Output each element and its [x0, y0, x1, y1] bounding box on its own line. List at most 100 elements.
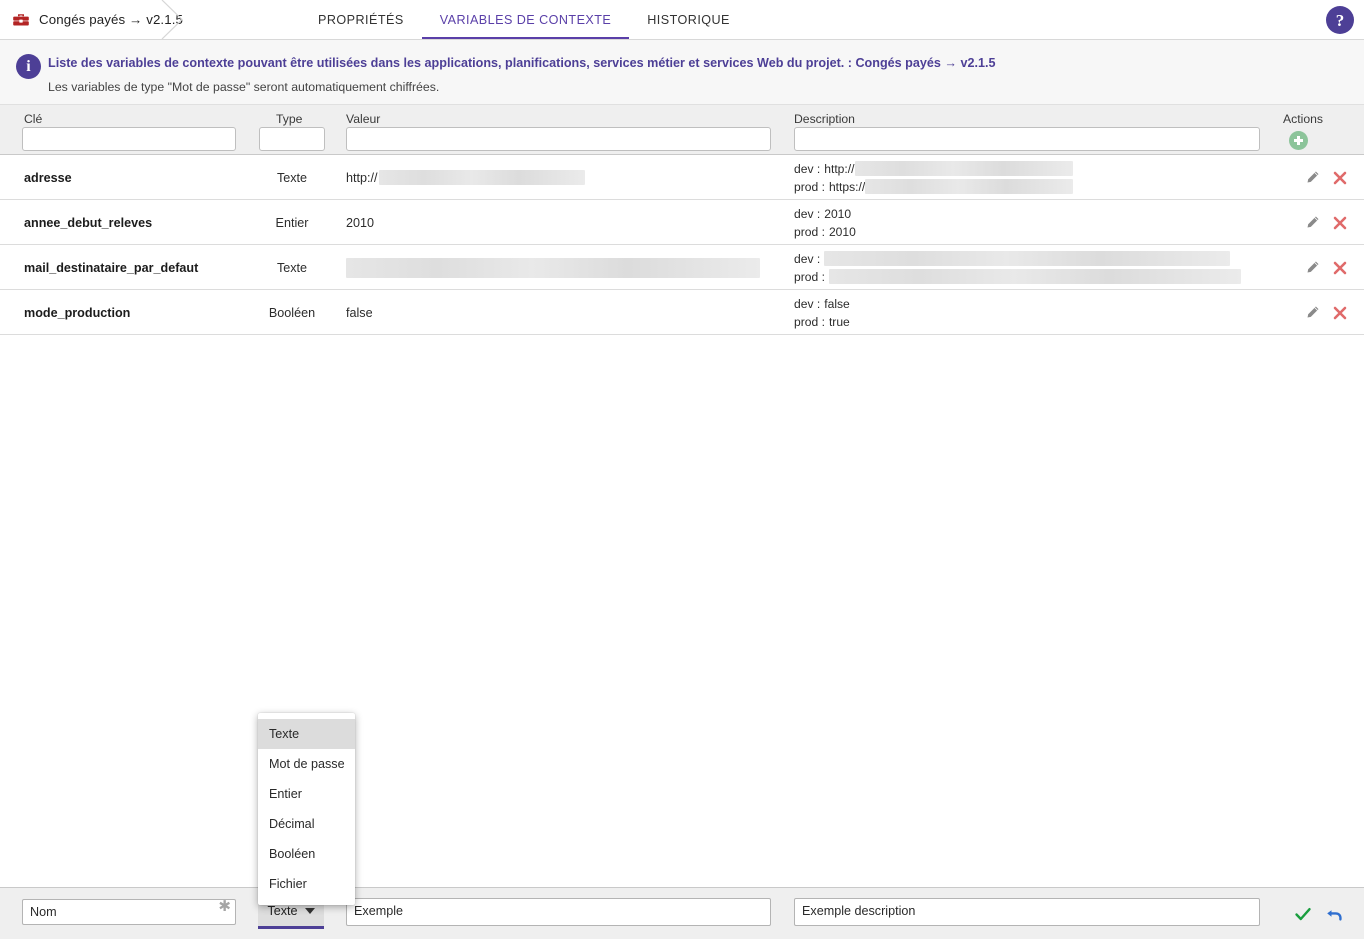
column-header-actions: Actions [1283, 112, 1323, 126]
description-input[interactable] [794, 898, 1260, 926]
type-option-texte[interactable]: Texte [258, 719, 355, 749]
row-description: dev : prod : [794, 245, 1241, 290]
row-description-prod: prod : https:// [794, 178, 1074, 196]
row-action-buttons [1305, 245, 1348, 290]
pencil-icon[interactable] [1305, 215, 1320, 230]
type-option-decimal-label: Décimal [269, 817, 315, 831]
type-option-entier-label: Entier [269, 787, 302, 801]
filter-input-valeur[interactable] [346, 127, 771, 151]
check-icon[interactable] [1294, 905, 1312, 923]
type-option-decimal[interactable]: Décimal [258, 809, 355, 839]
type-option-mot-de-passe[interactable]: Mot de passe [258, 749, 355, 779]
row-description: dev : false prod : true [794, 290, 850, 335]
row-description-dev-label: dev : [794, 296, 821, 311]
type-option-booleen-label: Booléen [269, 847, 316, 861]
info-icon-label: i [26, 57, 31, 75]
row-description-prod-value: 2010 [828, 224, 856, 239]
type-dropdown-menu[interactable]: Texte Mot de passe Entier Décimal Boolée… [258, 713, 355, 905]
info-icon: i [16, 54, 41, 79]
table-row[interactable]: adresse Texte http:// dev : http:// prod… [0, 155, 1364, 200]
empty-table-area [0, 335, 1364, 887]
row-description-prod: prod : true [794, 313, 850, 331]
row-type: Texte [276, 260, 308, 275]
undo-arrow-icon[interactable] [1325, 905, 1344, 924]
toolbox-icon [12, 11, 30, 29]
row-description-prod-label: prod : [794, 314, 825, 329]
context-variables-page: Congés payés → v2.1.5 PROPRIÉTÉS VARIABL… [0, 0, 1364, 939]
column-header-cle: Clé [24, 112, 43, 126]
filter-input-type[interactable] [259, 127, 325, 151]
close-x-icon[interactable] [1332, 215, 1348, 231]
nom-field-wrapper: ✱ [22, 898, 236, 925]
table-row[interactable]: annee_debut_releves Entier 2010 dev : 20… [0, 200, 1364, 245]
row-description-prod: prod : 2010 [794, 223, 856, 241]
top-bar: Congés payés → v2.1.5 PROPRIÉTÉS VARIABL… [0, 0, 1364, 40]
type-option-fichier-label: Fichier [269, 877, 307, 891]
row-description-prod-value: true [828, 314, 850, 329]
row-description-dev-label: dev : [794, 206, 821, 221]
tab-variables-de-contexte[interactable]: VARIABLES DE CONTEXTE [421, 0, 630, 39]
row-key: adresse [24, 170, 72, 185]
tab-proprietes-label: PROPRIÉTÉS [318, 12, 404, 27]
type-option-mot-de-passe-label: Mot de passe [269, 757, 345, 771]
variables-table-body: adresse Texte http:// dev : http:// prod… [0, 155, 1364, 335]
redacted-value [346, 257, 760, 278]
breadcrumb-label: Congés payés → v2.1.5 [39, 12, 184, 27]
pencil-icon[interactable] [1305, 170, 1320, 185]
row-description-dev-label: dev : [794, 251, 821, 266]
tab-historique-label: HISTORIQUE [647, 12, 730, 27]
column-header-type: Type [276, 112, 303, 126]
row-description: dev : 2010 prod : 2010 [794, 200, 856, 245]
row-action-buttons [1305, 155, 1348, 200]
tab-variables-de-contexte-label: VARIABLES DE CONTEXTE [439, 12, 612, 27]
close-x-icon[interactable] [1332, 260, 1348, 276]
type-dropdown-value: Texte [267, 903, 298, 918]
row-description: dev : http:// prod : https:// [794, 155, 1074, 200]
info-banner [0, 40, 1364, 105]
redacted-description [828, 269, 1241, 284]
pencil-icon[interactable] [1305, 305, 1320, 320]
row-description-prod-label: prod : [794, 179, 825, 194]
row-description-dev-value: http:// [824, 161, 855, 176]
close-x-icon[interactable] [1332, 170, 1348, 186]
table-row[interactable]: mail_destinataire_par_defaut Texte dev :… [0, 245, 1364, 290]
row-description-dev-value: 2010 [824, 206, 852, 221]
valeur-input[interactable] [346, 898, 771, 926]
type-option-texte-label: Texte [269, 727, 300, 741]
row-description-prod-label: prod : [794, 224, 825, 239]
plus-circle-icon[interactable] [1289, 131, 1308, 150]
tab-proprietes[interactable]: PROPRIÉTÉS [300, 0, 422, 39]
row-type: Texte [276, 170, 308, 185]
row-action-buttons [1305, 200, 1348, 245]
column-header-valeur: Valeur [346, 112, 381, 126]
tab-historique[interactable]: HISTORIQUE [629, 0, 748, 39]
redacted-description [854, 161, 1073, 176]
redacted-value [378, 170, 585, 185]
nom-input[interactable] [22, 899, 236, 925]
help-icon[interactable]: ? [1326, 6, 1354, 34]
pencil-icon[interactable] [1305, 260, 1320, 275]
row-description-dev: dev : [794, 250, 1241, 268]
chevron-down-icon [304, 907, 315, 914]
row-value [346, 245, 760, 290]
filter-input-cle[interactable] [22, 127, 236, 151]
row-description-dev: dev : false [794, 295, 850, 313]
table-row[interactable]: mode_production Booléen false dev : fals… [0, 290, 1364, 335]
type-option-booleen[interactable]: Booléen [258, 839, 355, 869]
edit-action-buttons [1294, 888, 1344, 939]
row-key: annee_debut_releves [24, 215, 153, 230]
row-value: http:// [346, 155, 585, 200]
help-icon-label: ? [1335, 10, 1345, 30]
type-option-fichier[interactable]: Fichier [258, 869, 355, 899]
info-banner-secondary-text: Les variables de type "Mot de passe" ser… [48, 80, 440, 94]
row-description-prod: prod : [794, 268, 1241, 286]
type-option-entier[interactable]: Entier [258, 779, 355, 809]
breadcrumb[interactable]: Congés payés → v2.1.5 [0, 0, 192, 39]
row-description-prod-value: https:// [828, 179, 866, 194]
row-type: Entier [275, 215, 309, 230]
row-description-dev-label: dev : [794, 161, 821, 176]
close-x-icon[interactable] [1332, 305, 1348, 321]
row-description-dev: dev : http:// [794, 160, 1073, 178]
filter-input-description[interactable] [794, 127, 1260, 151]
redacted-description [824, 251, 1231, 266]
